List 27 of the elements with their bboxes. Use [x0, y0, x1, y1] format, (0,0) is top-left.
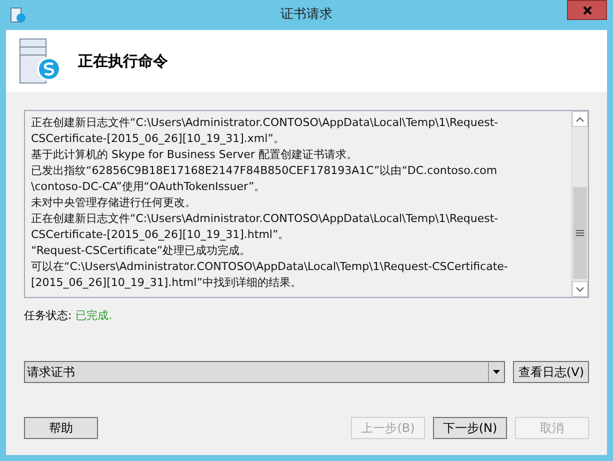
status-label: 任务状态:: [24, 308, 72, 324]
log-line: [2015_06_26][10_19_31].html”中找到详细的结果。: [31, 275, 302, 291]
log-line: 已发出指纹“62856C9B18E17168E2147F84B850CEF178193A1C”以由“DC.contoso.com: [31, 163, 498, 179]
caret-icon: [493, 370, 500, 374]
task-dropdown[interactable]: 请求证书: [24, 360, 506, 382]
view-log-button[interactable]: 查看日志(V): [513, 360, 589, 382]
close-icon: [582, 6, 592, 14]
window-title: 证书请求: [280, 6, 332, 24]
log-line: “Request-CSCertificate”处理已成功完成。: [31, 243, 251, 259]
scroll-up-icon[interactable]: [572, 111, 588, 127]
scroll-thumb[interactable]: [573, 187, 587, 279]
close-button[interactable]: [567, 0, 607, 20]
app-icon: [10, 7, 26, 23]
log-line: 正在创建新日志文件“C:\Users\Administrator.CONTOSO\AppData\Local\Temp\1\Request-: [31, 115, 498, 131]
log-line: \contoso-DC-CA”使用“OAuthTokenIssuer”。: [31, 179, 266, 195]
log-line: CSCertificate-[2015_06_26][10_19_31].xml”。: [31, 131, 284, 147]
header-title: 正在执行命令: [78, 50, 168, 72]
log-line: 未对中央管理存储进行任何更改。: [31, 195, 196, 211]
status-value: 已完成.: [76, 308, 112, 324]
log-line: 可以在“C:\Users\Administrator.CONTOSO\AppData\Local\Temp\1\Request-CSCertificate-: [31, 259, 508, 275]
dialog-button[interactable]: 下一步(N): [433, 416, 507, 438]
log-line: CSCertificate-[2015_06_26][10_19_31].html”。: [31, 227, 290, 243]
scroll-down-icon[interactable]: [572, 281, 588, 297]
dialog-button[interactable]: 帮助: [24, 416, 98, 438]
log-line: 基于此计算机的 Skype for Business Server 配置创建证书请求。: [31, 147, 358, 163]
grip-icon: [576, 230, 584, 236]
log-line: 正在创建新日志文件“C:\Users\Administrator.CONTOSO\AppData\Local\Temp\1\Request-: [31, 211, 498, 227]
